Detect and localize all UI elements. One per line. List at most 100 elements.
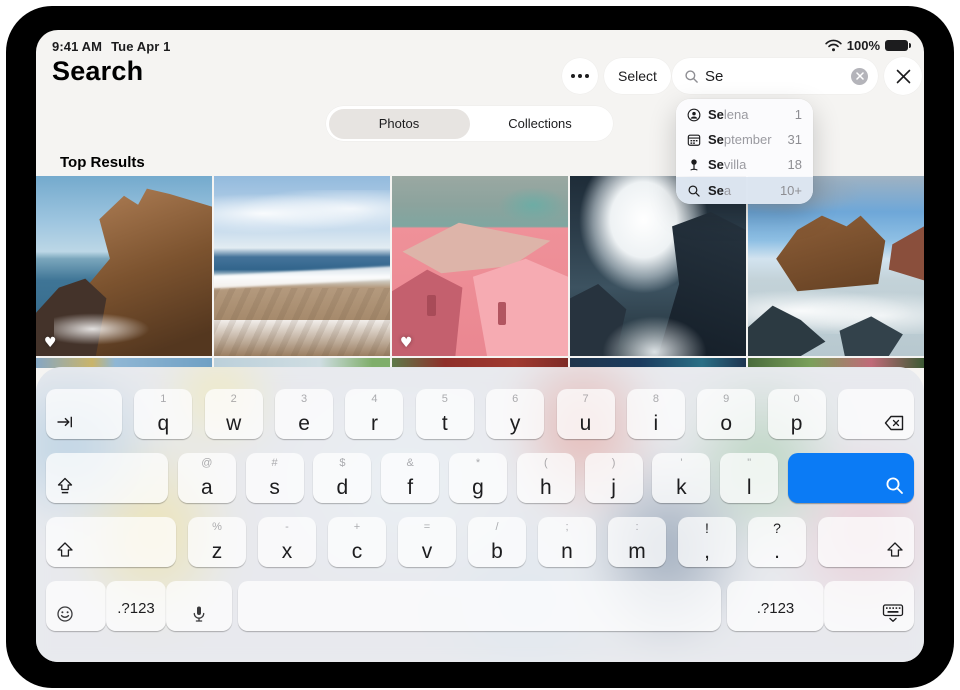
status-date: Tue Apr 1 [111,39,170,54]
search-input[interactable] [705,68,833,85]
page-title: Search [52,56,143,87]
key-dictation[interactable] [166,581,232,631]
clear-search-icon[interactable] [851,68,868,85]
key-tab[interactable] [46,389,122,439]
key-caps-lock[interactable] [46,453,168,503]
onscreen-keyboard: 1q 2w 3e 4r 5t 6y 7u 8i 9o 0p [36,367,924,662]
key-q[interactable]: 1q [134,389,192,439]
key-primary: o [697,413,755,434]
key-secondary: 3 [275,394,333,405]
photo-thumbnail-1[interactable]: ♥ [36,176,212,356]
key-secondary: ? [748,521,806,535]
key-d[interactable]: $d [313,453,371,503]
key-secondary: + [328,522,386,533]
key-e[interactable]: 3e [275,389,333,439]
key-w[interactable]: 2w [205,389,263,439]
key-z[interactable]: %z [188,517,246,567]
select-button[interactable]: Select [604,58,671,94]
more-button[interactable] [562,58,598,94]
key-r[interactable]: 4r [345,389,403,439]
key-primary: n [538,541,596,562]
favorite-heart-icon: ♥ [44,335,57,351]
key-k[interactable]: 'k [652,453,710,503]
key-secondary: 8 [627,394,685,405]
key-secondary: @ [178,458,236,469]
close-icon [896,69,911,84]
suggestion-prefix: Se [708,107,724,122]
key-p[interactable]: 0p [768,389,826,439]
key-secondary: & [381,458,439,469]
backspace-icon [883,414,905,432]
key-primary: r [345,413,403,434]
key-secondary: ( [517,458,575,469]
key-secondary: ) [585,458,643,469]
emoji-icon [55,604,75,624]
key-o[interactable]: 9o [697,389,755,439]
key-f[interactable]: &f [381,453,439,503]
key-space[interactable] [238,581,721,631]
battery-percent: 100% [847,38,880,53]
key-dismiss-keyboard[interactable] [824,581,914,631]
key-n[interactable]: ;n [538,517,596,567]
tab-collections[interactable]: Collections [470,109,611,139]
key-primary: t [416,413,474,434]
photo-thumbnail-3[interactable]: ♥ [392,176,568,356]
key-secondary: 9 [697,394,755,405]
key-primary: v [398,541,456,562]
key-m[interactable]: :m [608,517,666,567]
key-delete[interactable] [838,389,914,439]
key-secondary: 6 [486,394,544,405]
tab-icon [55,412,75,432]
search-key-magnifier-icon [884,475,905,496]
key-t[interactable]: 5t [416,389,474,439]
key-emoji[interactable] [46,581,106,631]
key-secondary: ; [538,522,596,533]
key-shift-left[interactable] [46,517,176,567]
search-field[interactable] [672,58,878,94]
key-primary: b [468,541,526,562]
map-pin-icon [687,158,701,172]
status-time: 9:41 AM [52,39,102,54]
key-comma[interactable]: !, [678,517,736,567]
key-numbers-right[interactable]: .?123 [727,581,824,631]
key-secondary: 4 [345,394,403,405]
key-shift-right[interactable] [818,517,914,567]
key-v[interactable]: =v [398,517,456,567]
key-h[interactable]: (h [517,453,575,503]
photo-art-layer [214,288,390,356]
person-circle-icon [687,108,701,122]
photo-thumbnail-2[interactable] [214,176,390,356]
close-button[interactable] [884,57,922,95]
key-i[interactable]: 8i [627,389,685,439]
suggestion-sea[interactable]: Sea 10+ [676,177,813,204]
suggestion-sevilla[interactable]: Sevilla 18 [676,152,813,177]
caps-lock-icon [55,476,75,496]
key-a[interactable]: @a [178,453,236,503]
key-s[interactable]: #s [246,453,304,503]
photo-art-layer [602,316,708,356]
tab-photos[interactable]: Photos [329,109,470,139]
photo-art-layer [54,313,151,345]
key-j[interactable]: )j [585,453,643,503]
suggestion-selena[interactable]: Selena 1 [676,102,813,127]
key-primary: k [652,477,710,498]
suggestion-rest: lena [724,107,749,122]
key-period[interactable]: ?. [748,517,806,567]
key-secondary: : [608,522,666,533]
key-b[interactable]: /b [468,517,526,567]
key-search[interactable] [788,453,914,503]
key-numbers-left[interactable]: .?123 [106,581,166,631]
key-primary: x [258,541,316,562]
dismiss-keyboard-icon [881,603,905,624]
key-g[interactable]: *g [449,453,507,503]
key-l[interactable]: "l [720,453,778,503]
key-u[interactable]: 7u [557,389,615,439]
key-primary: , [678,541,736,562]
key-y[interactable]: 6y [486,389,544,439]
key-c[interactable]: +c [328,517,386,567]
key-x[interactable]: -x [258,517,316,567]
status-time-date: 9:41 AM Tue Apr 1 [52,39,171,54]
key-secondary: ' [652,458,710,469]
photo-art-layer [498,302,507,325]
suggestion-september[interactable]: September 31 [676,127,813,152]
